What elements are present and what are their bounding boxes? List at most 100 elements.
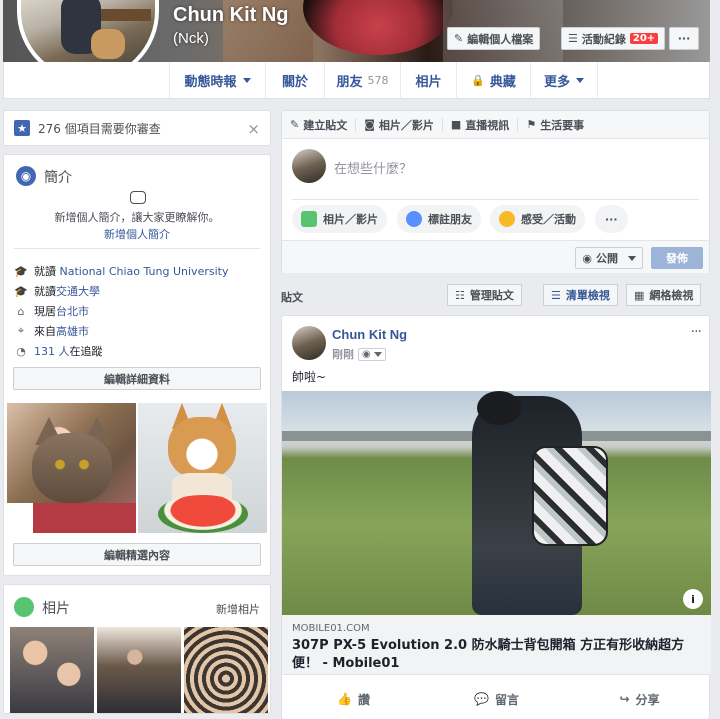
- add-photos-link[interactable]: 新增相片: [216, 601, 260, 617]
- link-preview-image[interactable]: i: [282, 391, 711, 615]
- tab-more[interactable]: 更多: [530, 62, 598, 99]
- profile-nickname: (Nck): [173, 30, 209, 47]
- intro-row-suffix: 在追蹤: [69, 345, 103, 358]
- intro-card: ◉ 簡介 新增個人簡介，讓大家更瞭解你。 新增個人簡介 🎓 就讀 Nationa…: [3, 154, 271, 576]
- featured-photo-cat[interactable]: [7, 403, 136, 533]
- photo-thumbnail[interactable]: [10, 627, 94, 713]
- photos-icon: [14, 597, 34, 617]
- tab-create-post[interactable]: ✎ 建立貼文: [282, 117, 357, 132]
- photo-video-pill[interactable]: 相片／影片: [292, 205, 387, 233]
- intro-row-prefix: 來自: [34, 325, 56, 338]
- corgi-head: [168, 417, 236, 479]
- tab-photos-label: 相片: [415, 75, 442, 90]
- share-button[interactable]: ↪ 分享: [568, 684, 711, 714]
- comment-button[interactable]: 💬 留言: [425, 684, 568, 714]
- link-domain: MOBILE01.COM: [292, 623, 370, 634]
- post-author-avatar[interactable]: [292, 326, 326, 360]
- list-icon: ☰: [568, 32, 578, 45]
- review-notice[interactable]: ★ 276 個項目需要你審查 ×: [3, 110, 271, 146]
- composer-tab-label: 建立貼文: [303, 118, 348, 132]
- hometown-link[interactable]: 高雄市: [56, 325, 89, 338]
- rss-icon: ◔: [16, 344, 26, 358]
- list-icon: ☰: [551, 288, 561, 302]
- close-icon[interactable]: ×: [247, 120, 260, 138]
- profile-name[interactable]: Chun Kit Ng: [173, 4, 289, 27]
- more-options-pill[interactable]: ···: [595, 205, 628, 233]
- followers-link[interactable]: 131 人: [34, 345, 70, 358]
- more-dots-icon: ···: [677, 32, 691, 45]
- edit-profile-label: 編輯個人檔案: [467, 32, 534, 46]
- activity-log-label: 活動紀錄: [581, 32, 626, 46]
- city-link[interactable]: 台北市: [56, 305, 89, 318]
- pill-label: 標註朋友: [428, 213, 472, 226]
- tab-archive[interactable]: 🔒 典藏: [456, 62, 530, 99]
- manage-posts-button[interactable]: ☷ 管理貼文: [447, 284, 522, 306]
- tab-photos[interactable]: 相片: [400, 62, 456, 99]
- post-author-name[interactable]: Chun Kit Ng: [332, 327, 407, 342]
- intro-row-prefix: 就讀: [34, 285, 56, 298]
- composer-input[interactable]: 在想些什麼？: [334, 158, 412, 177]
- camera-icon: ◙: [364, 118, 375, 131]
- tag-friends-icon: [406, 211, 422, 227]
- school-link[interactable]: National Chiao Tung University: [60, 265, 229, 278]
- add-bio-link[interactable]: 新增個人簡介: [4, 226, 270, 242]
- globe-icon: ◉: [362, 348, 371, 360]
- flag-icon: ⚑: [526, 118, 537, 131]
- edit-profile-button[interactable]: ✎ 編輯個人檔案: [447, 27, 541, 50]
- post-privacy-selector[interactable]: ◉: [358, 347, 386, 361]
- intro-education-2: 🎓 就讀交通大學: [14, 283, 100, 299]
- lock-icon: 🔒: [471, 74, 485, 87]
- photos-title[interactable]: 相片: [42, 598, 70, 618]
- more-options-button[interactable]: ···: [669, 27, 699, 50]
- divider: [14, 248, 260, 249]
- info-icon[interactable]: i: [683, 589, 703, 609]
- photo-icon: [301, 211, 317, 227]
- globe-icon: ◉: [16, 166, 36, 186]
- composer-avatar: [292, 149, 326, 183]
- featured-photo-corgi[interactable]: [138, 403, 267, 533]
- privacy-selector[interactable]: ◉ 公開: [575, 247, 643, 269]
- edit-details-button[interactable]: 編輯詳細資料: [13, 367, 261, 390]
- photos-card: 相片 新增相片: [3, 584, 271, 714]
- tag-friends-pill[interactable]: 標註朋友: [397, 205, 481, 233]
- post-actions: 👍 讚 💬 留言 ↪ 分享: [282, 684, 711, 714]
- activity-log-button[interactable]: ☰ 活動紀錄 20+: [561, 27, 666, 50]
- location-pin-icon: ⌖: [17, 324, 25, 337]
- share-label: 分享: [635, 692, 660, 707]
- chevron-down-icon: [373, 351, 382, 357]
- posts-label: 貼文: [281, 291, 303, 304]
- photo-thumbnail[interactable]: [97, 627, 181, 713]
- grid-view-button[interactable]: ▦ 網格檢視: [626, 284, 702, 306]
- post-options-icon[interactable]: ···: [691, 324, 702, 340]
- post-time[interactable]: 剛剛: [332, 346, 354, 362]
- tab-live-video[interactable]: ■ 直播視訊: [443, 117, 519, 132]
- profile-avatar[interactable]: [17, 0, 159, 62]
- tab-about[interactable]: 關於: [265, 62, 324, 99]
- comment-icon: 💬: [474, 692, 489, 706]
- intro-prompt: 新增個人簡介，讓大家更瞭解你。: [54, 211, 220, 224]
- intro-row-prefix: 現居: [34, 305, 56, 318]
- intro-hometown: ⌖ 來自高雄市: [14, 323, 89, 339]
- school-link[interactable]: 交通大學: [56, 285, 100, 298]
- tab-timeline[interactable]: 動態時報: [169, 62, 265, 99]
- link-preview[interactable]: MOBILE01.COM 307P PX-5 Evolution 2.0 防水騎…: [282, 615, 711, 675]
- list-view-button[interactable]: ☰ 清單檢視: [543, 284, 618, 306]
- speech-bubble-icon: [130, 191, 146, 204]
- tab-life-event[interactable]: ⚑ 生活要事: [518, 118, 592, 132]
- post-button[interactable]: 發佈: [651, 247, 703, 269]
- tab-friends[interactable]: 朋友 578: [324, 62, 400, 99]
- feeling-activity-pill[interactable]: 感受／活動: [490, 205, 585, 233]
- review-text: 276 個項目需要你審查: [38, 121, 161, 136]
- image-person-head: [477, 391, 521, 425]
- photo-thumbnail[interactable]: [184, 627, 268, 713]
- friends-count: 578: [367, 74, 389, 87]
- cover-photo[interactable]: Chun Kit Ng (Nck) ✎ 編輯個人檔案 ☰ 活動紀錄 20+ ··…: [3, 0, 710, 62]
- like-button[interactable]: 👍 讚: [282, 684, 425, 714]
- smiley-icon: [499, 211, 515, 227]
- chevron-down-icon: [576, 78, 584, 83]
- edit-featured-button[interactable]: 編輯精選內容: [13, 543, 261, 566]
- thumbs-up-icon: 👍: [337, 692, 352, 706]
- activity-badge: 20+: [629, 33, 659, 44]
- tab-photo-video[interactable]: ◙ 相片／影片: [356, 117, 443, 132]
- tab-about-label: 關於: [281, 75, 308, 90]
